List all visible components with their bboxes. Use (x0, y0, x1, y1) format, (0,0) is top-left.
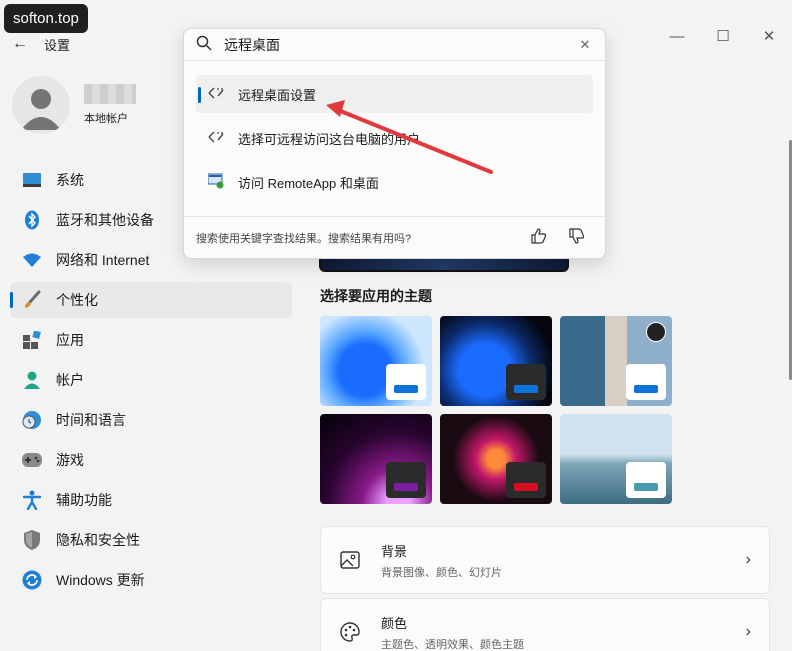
search-result-remote-users[interactable]: 选择可远程访问这台电脑的用户 (196, 119, 593, 157)
card-title: 背景 (381, 543, 408, 559)
bluetooth-icon (22, 210, 42, 230)
accessibility-icon (22, 490, 42, 510)
search-result-label: 访问 RemoteApp 和桌面 (238, 175, 379, 191)
apps-icon (22, 330, 42, 350)
person-silhouette-icon (21, 89, 61, 130)
gamepad-icon (22, 450, 42, 470)
search-footer-text: 搜索使用关键字查找结果。搜索结果有用吗? (196, 232, 412, 245)
monitor-icon (22, 170, 42, 190)
sidebar-item-accounts[interactable]: 帐户 (10, 362, 292, 398)
background-settings-card[interactable]: 背景 背景图像、颜色、幻灯片 › (320, 526, 770, 594)
remote-desktop-icon (208, 129, 224, 148)
sidebar-item-apps[interactable]: 应用 (10, 322, 292, 358)
brush-icon (22, 290, 42, 310)
sidebar-item-personalization[interactable]: 个性化 (10, 282, 292, 318)
clock-globe-icon (22, 410, 42, 430)
theme-swatch (626, 364, 666, 400)
search-icon (196, 35, 212, 54)
sidebar-item-label: 帐户 (56, 372, 84, 388)
chevron-right-icon: › (745, 623, 751, 640)
sidebar-item-label: 时间和语言 (56, 412, 126, 428)
search-input[interactable] (224, 36, 577, 53)
search-dropdown: ✕ 远程桌面设置 选择可远程访问这台电脑的用户 访问 RemoteApp 和桌面… (183, 28, 606, 259)
sidebar-item-label: 个性化 (56, 292, 98, 308)
sidebar-item-label: 应用 (56, 332, 84, 348)
back-arrow-icon[interactable]: ← (10, 34, 30, 54)
theme-thumbnail[interactable] (440, 316, 552, 406)
search-result-label: 远程桌面设置 (238, 87, 317, 103)
sidebar-item-gaming[interactable]: 游戏 (10, 442, 292, 478)
card-subtitle: 背景图像、颜色、幻灯片 (381, 566, 502, 579)
theme-thumbnail[interactable] (440, 414, 552, 504)
sidebar-item-time-language[interactable]: 时间和语言 (10, 402, 292, 438)
account-type: 本地帐户 (84, 113, 128, 125)
sidebar-item-label: 蓝牙和其他设备 (56, 212, 154, 228)
theme-thumbnail[interactable] (560, 316, 672, 406)
sidebar-item-label: 辅助功能 (56, 492, 112, 508)
search-result-remote-desktop-settings[interactable]: 远程桌面设置 (196, 75, 593, 113)
card-title: 颜色 (381, 615, 408, 631)
sidebar-item-privacy[interactable]: 隐私和安全性 (10, 522, 292, 558)
sidebar-item-label: 隐私和安全性 (56, 532, 140, 548)
theme-swatch (506, 462, 546, 498)
sidebar-item-label: Windows 更新 (56, 572, 145, 588)
thumbs-up-icon[interactable] (531, 228, 547, 247)
theme-thumbnail[interactable] (320, 316, 432, 406)
theme-swatch (386, 364, 426, 400)
account-header[interactable]: 本地帐户 (12, 76, 136, 134)
theme-swatch (506, 364, 546, 400)
title-bar: ← 设置 (10, 34, 70, 54)
themes-section-title: 选择要应用的主题 (320, 288, 432, 304)
wifi-icon (22, 250, 42, 270)
shield-icon (22, 530, 42, 550)
thumbs-down-icon[interactable] (569, 228, 585, 247)
sidebar-item-windows-update[interactable]: Windows 更新 (10, 562, 292, 598)
sidebar-item-label: 系统 (56, 172, 84, 188)
theme-swatch (626, 462, 666, 498)
search-result-label: 选择可远程访问这台电脑的用户 (238, 131, 421, 147)
feedback-buttons (531, 228, 585, 247)
sidebar-item-accessibility[interactable]: 辅助功能 (10, 482, 292, 518)
card-subtitle: 主题色、透明效果、颜色主题 (381, 638, 524, 651)
image-icon (339, 549, 361, 571)
clear-search-button[interactable]: ✕ (577, 37, 593, 53)
sidebar-item-label: 游戏 (56, 452, 84, 468)
search-feedback-footer: 搜索使用关键字查找结果。搜索结果有用吗? (184, 216, 605, 258)
theme-thumbnail[interactable] (560, 414, 672, 504)
theme-badge-icon (646, 322, 666, 342)
avatar (12, 76, 70, 134)
theme-thumbnail[interactable] (320, 414, 432, 504)
theme-grid (320, 316, 672, 504)
remoteapp-icon (207, 173, 224, 192)
palette-icon (339, 621, 361, 643)
app-title: 设置 (44, 37, 71, 53)
update-icon (22, 570, 42, 590)
theme-swatch (386, 462, 426, 498)
colors-settings-card[interactable]: 颜色 主题色、透明效果、颜色主题 › (320, 598, 770, 651)
account-name-redacted (84, 84, 136, 104)
search-bar: ✕ (184, 29, 605, 61)
search-result-remoteapp[interactable]: 访问 RemoteApp 和桌面 (196, 163, 593, 201)
person-icon (22, 370, 42, 390)
watermark-label: softon.top (4, 4, 88, 33)
chevron-right-icon: › (745, 551, 751, 568)
sidebar-item-label: 网络和 Internet (56, 252, 150, 268)
remote-desktop-icon (208, 85, 224, 104)
